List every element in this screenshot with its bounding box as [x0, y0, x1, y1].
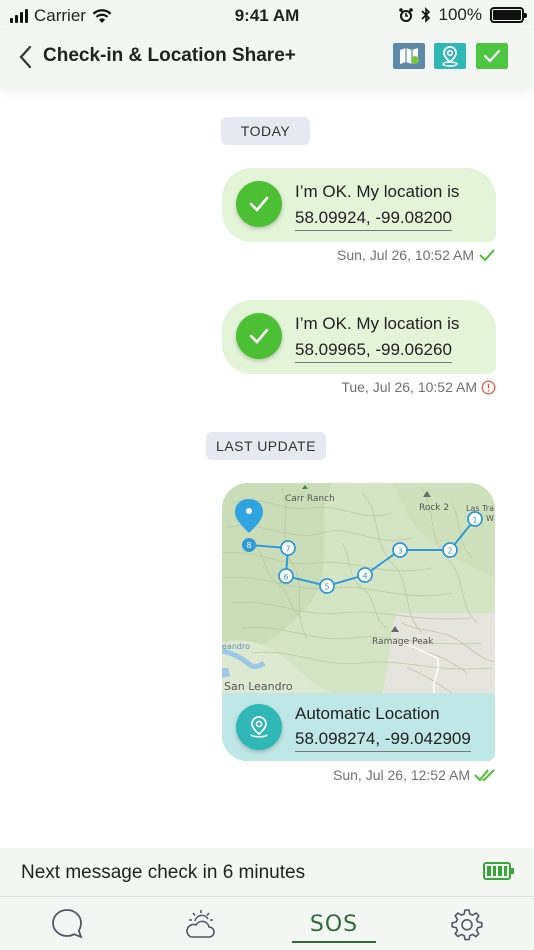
waypoint-label: 7	[285, 545, 290, 554]
waypoint-marker[interactable]: 6	[278, 568, 294, 584]
date-chip-last-update: LAST UPDATE	[206, 432, 326, 460]
tab-weather[interactable]	[160, 897, 240, 950]
alarm-icon	[398, 8, 413, 22]
coordinates-link[interactable]: 58.09965, -99.06260	[295, 340, 452, 363]
date-chip-today: TODAY	[221, 117, 310, 145]
message-text: I’m OK. My location is	[295, 182, 460, 201]
location-share-button[interactable]	[434, 43, 466, 69]
sent-check-icon	[479, 249, 495, 262]
message-text: I’m OK. My location is	[295, 314, 460, 333]
map-icon	[400, 48, 419, 64]
automatic-location-panel[interactable]: Automatic Location 58.098274, -99.042909	[222, 693, 495, 761]
waypoint-label: 6	[283, 573, 288, 582]
sos-label: SOS	[309, 911, 359, 937]
nav-header: Check-in & Location Share+	[0, 30, 534, 88]
message-meta: Tue, Jul 26, 10:52 AM	[341, 379, 496, 395]
check-in-icon	[236, 181, 282, 227]
waypoint-label: 3	[397, 547, 402, 556]
waypoint-label: 5	[324, 583, 329, 592]
waypoint-marker[interactable]: 1	[467, 511, 483, 527]
device-battery-icon	[483, 862, 514, 880]
battery-icon	[490, 7, 527, 23]
location-pin-icon	[442, 46, 458, 67]
status-bar: Carrier 9:41 AM 100%	[0, 0, 534, 30]
map-label: Carr Ranch	[285, 494, 335, 504]
active-tab-indicator	[292, 941, 376, 943]
tab-messages[interactable]	[27, 897, 107, 950]
coordinates-link[interactable]: 58.09924, -99.08200	[295, 208, 452, 231]
check-in-button[interactable]	[476, 43, 508, 69]
waypoint-label: 4	[362, 572, 367, 581]
waypoint-marker[interactable]: 5	[319, 578, 335, 594]
weather-cloud-sun-icon	[186, 910, 215, 938]
coordinates-link[interactable]: 58.098274, -99.042909	[295, 729, 471, 752]
bluetooth-icon	[420, 7, 430, 23]
page-title: Check-in & Location Share+	[43, 45, 296, 66]
gear-icon	[451, 909, 483, 941]
message-timestamp: Sun, Jul 26, 12:52 AM	[333, 767, 470, 783]
checkmark-icon	[483, 49, 501, 63]
tab-bar: SOS	[0, 896, 534, 950]
check-in-message-bubble[interactable]: I’m OK. My location is 58.09965, -99.062…	[222, 300, 496, 374]
message-meta: Sun, Jul 26, 10:52 AM	[337, 247, 496, 263]
map-label: Rock 2	[419, 503, 449, 513]
waypoint-label: 1	[472, 516, 477, 525]
message-timestamp: Sun, Jul 26, 10:52 AM	[337, 247, 474, 263]
tab-settings[interactable]	[427, 897, 507, 950]
check-in-icon	[236, 313, 282, 359]
chat-bubble-icon	[52, 909, 83, 939]
waypoint-label: 2	[447, 547, 452, 556]
waypoint-marker[interactable]: 4	[357, 567, 373, 583]
message-meta: Sun, Jul 26, 12:52 AM	[333, 767, 496, 783]
next-message-text: Next message check in 6 minutes	[21, 862, 306, 883]
waypoint-marker[interactable]: 8	[242, 538, 256, 552]
route-map[interactable]: 1 2 3 4 5 6 7 8 Carr Ranch Rock 2 Las Tr…	[222, 483, 495, 694]
delivered-double-check-icon	[474, 769, 495, 782]
location-update-bubble[interactable]: 1 2 3 4 5 6 7 8 Carr Ranch Rock 2 Las Tr…	[222, 483, 495, 761]
waypoint-marker[interactable]: 3	[392, 542, 408, 558]
status-right: 100%	[398, 5, 527, 25]
topo-map-graphic: 1 2 3 4 5 6 7 8 Carr Ranch Rock 2 Las Tr…	[222, 483, 495, 694]
map-label: W	[486, 514, 494, 523]
waypoint-marker[interactable]: 7	[280, 540, 296, 556]
tab-sos[interactable]: SOS	[292, 897, 376, 950]
map-label: Las Tra	[466, 504, 494, 513]
check-in-message-bubble[interactable]: I’m OK. My location is 58.09924, -99.082…	[222, 168, 496, 242]
automatic-location-title: Automatic Location	[295, 704, 440, 723]
message-timestamp: Tue, Jul 26, 10:52 AM	[341, 379, 477, 395]
waypoint-marker[interactable]: 2	[442, 542, 458, 558]
error-alert-icon[interactable]	[481, 380, 496, 395]
map-label: eandro	[222, 642, 250, 651]
location-pin-icon	[236, 704, 282, 750]
battery-percent: 100%	[438, 5, 482, 24]
next-message-bar: Next message check in 6 minutes	[0, 848, 534, 896]
map-button[interactable]	[393, 43, 425, 69]
back-chevron-icon[interactable]	[16, 44, 36, 70]
map-label: Ramage Peak	[372, 637, 434, 647]
waypoint-label: 8	[246, 541, 251, 550]
map-label: San Leandro	[224, 680, 293, 693]
